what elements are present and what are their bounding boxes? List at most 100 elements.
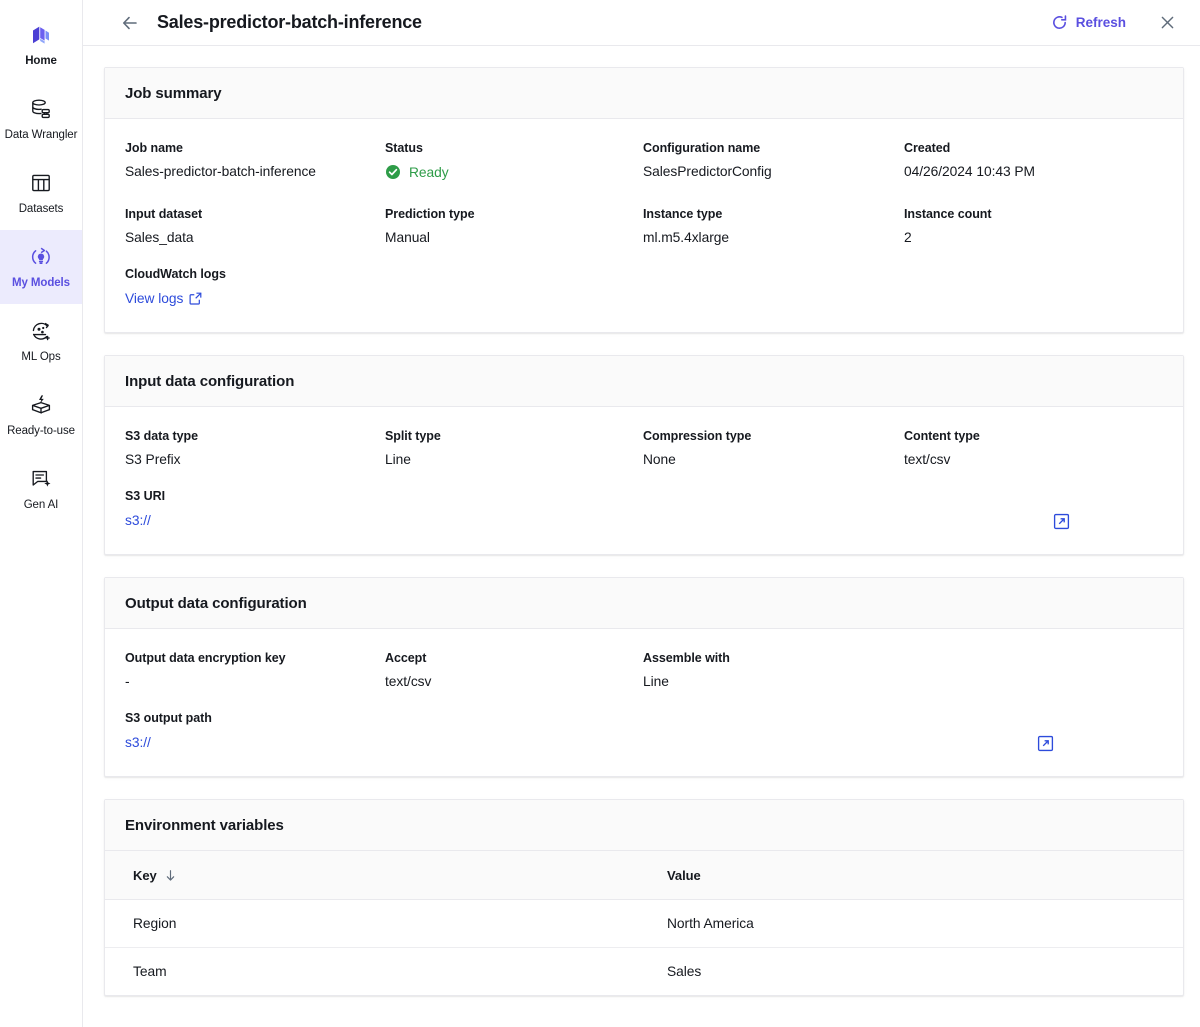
s3-output-path-row: S3 output path s3://: [125, 711, 1163, 752]
field-label: Job name: [125, 141, 373, 155]
sidebar-item-label: Datasets: [19, 203, 64, 216]
table-grid-icon: [28, 170, 54, 196]
card-body: Job name Sales-predictor-batch-inference…: [105, 119, 1183, 332]
input-data-configuration-card: Input data configuration S3 data type S3…: [104, 355, 1184, 555]
refresh-button[interactable]: Refresh: [1043, 8, 1134, 37]
sidebar-item-label: ML Ops: [21, 351, 60, 364]
field-value: None: [643, 452, 892, 467]
sidebar-item-label: My Models: [12, 277, 70, 290]
s3-output-path-text-block: S3 output path s3://: [125, 711, 1036, 752]
environment-variables-table: Key Value: [105, 851, 1183, 995]
page-title: Sales-predictor-batch-inference: [157, 12, 422, 33]
field-label: Instance type: [643, 207, 892, 221]
external-link-icon: [189, 292, 202, 305]
field-prediction-type: Prediction type Manual: [385, 207, 643, 245]
field-label: Split type: [385, 429, 631, 443]
field-label: Prediction type: [385, 207, 631, 221]
s3-uri-text-block: S3 URI s3://: [125, 489, 1052, 530]
table-head: Key Value: [105, 851, 1183, 900]
refresh-icon: [1051, 14, 1068, 31]
field-label: Configuration name: [643, 141, 892, 155]
database-transform-icon: [28, 96, 54, 122]
field-spacer: [904, 651, 1163, 689]
field-s3-output-path: S3 output path s3://: [125, 711, 1163, 752]
field-label: Accept: [385, 651, 631, 665]
field-compression-type: Compression type None: [643, 429, 904, 467]
sidebar-item-label: Home: [25, 55, 57, 68]
field-label: Compression type: [643, 429, 892, 443]
field-job-name: Job name Sales-predictor-batch-inference: [125, 141, 385, 185]
field-value: Sales_data: [125, 230, 373, 245]
main-area: Sales-predictor-batch-inference Refresh: [83, 0, 1200, 1027]
field-label: Created: [904, 141, 1151, 155]
sidebar-item-data-wrangler[interactable]: Data Wrangler: [0, 82, 82, 156]
sidebar-item-ready-to-use[interactable]: Ready-to-use: [0, 378, 82, 452]
field-value: 2: [904, 230, 1151, 245]
column-header-label: Value: [667, 868, 701, 883]
field-input-dataset: Input dataset Sales_data: [125, 207, 385, 245]
refresh-label: Refresh: [1076, 15, 1126, 30]
field-value: Line: [385, 452, 631, 467]
field-s3-data-type: S3 data type S3 Prefix: [125, 429, 385, 467]
page-header: Sales-predictor-batch-inference Refresh: [83, 0, 1200, 46]
back-button[interactable]: [117, 10, 143, 36]
job-summary-card: Job summary Job name Sales-predictor-bat…: [104, 67, 1184, 333]
table-row: Team Sales: [105, 948, 1183, 996]
left-navigation-sidebar: Home Data Wrangler: [0, 0, 83, 1027]
model-lightbulb-icon: [28, 244, 54, 270]
field-value: text/csv: [385, 674, 631, 689]
section-title: Output data configuration: [125, 595, 1163, 612]
sidebar-item-ml-ops[interactable]: ML Ops: [0, 304, 82, 378]
open-s3-output-path-external-link-box-icon[interactable]: [1036, 734, 1054, 752]
sidebar-item-my-models[interactable]: My Models: [0, 230, 82, 304]
field-output-data-encryption-key: Output data encryption key -: [125, 651, 385, 689]
cell-value: North America: [643, 900, 1183, 948]
arrow-down-icon: [164, 869, 177, 882]
table-header-row: Key Value: [105, 851, 1183, 900]
app-root: Home Data Wrangler: [0, 0, 1200, 1027]
field-configuration-name: Configuration name SalesPredictorConfig: [643, 141, 904, 185]
field-label: Assemble with: [643, 651, 892, 665]
field-label: S3 output path: [125, 711, 1036, 725]
sidebar-item-datasets[interactable]: Datasets: [0, 156, 82, 230]
field-created: Created 04/26/2024 10:43 PM: [904, 141, 1163, 185]
card-header: Input data configuration: [105, 356, 1183, 407]
close-button[interactable]: [1152, 8, 1182, 38]
field-label: Status: [385, 141, 631, 155]
field-value: Line: [643, 674, 892, 689]
check-circle-icon: [385, 164, 401, 180]
table-row: Region North America: [105, 900, 1183, 948]
home-layers-icon: [28, 22, 54, 48]
field-instance-type: Instance type ml.m5.4xlarge: [643, 207, 904, 245]
section-title: Input data configuration: [125, 373, 1163, 390]
field-s3-uri: S3 URI s3://: [125, 489, 1163, 530]
s3-uri-row: S3 URI s3://: [125, 489, 1163, 530]
field-value: ml.m5.4xlarge: [643, 230, 892, 245]
s3-uri-link[interactable]: s3://: [125, 513, 151, 528]
field-value: Manual: [385, 230, 631, 245]
open-s3-uri-external-link-box-icon[interactable]: [1052, 512, 1070, 530]
output-data-configuration-card: Output data configuration Output data en…: [104, 577, 1184, 777]
field-assemble-with: Assemble with Line: [643, 651, 904, 689]
cell-key: Region: [105, 900, 643, 948]
input-data-fields: S3 data type S3 Prefix Split type Line C…: [125, 429, 1163, 530]
status-badge: Ready: [385, 164, 449, 180]
field-status: Status Ready: [385, 141, 643, 185]
field-value: 04/26/2024 10:43 PM: [904, 164, 1151, 179]
chat-sparkle-icon: [28, 466, 54, 492]
environment-variables-card: Environment variables Key: [104, 799, 1184, 996]
view-logs-link[interactable]: View logs: [125, 291, 202, 306]
column-header-value[interactable]: Value: [643, 851, 1183, 900]
sidebar-item-gen-ai[interactable]: Gen AI: [0, 452, 82, 526]
section-title: Environment variables: [125, 817, 1163, 834]
detail-content: Job summary Job name Sales-predictor-bat…: [83, 46, 1200, 1027]
header-actions: Refresh: [1043, 8, 1182, 38]
field-label: Input dataset: [125, 207, 373, 221]
field-label: Content type: [904, 429, 1151, 443]
s3-output-path-link[interactable]: s3://: [125, 735, 151, 750]
sidebar-item-home[interactable]: Home: [0, 8, 82, 82]
sidebar-item-label: Data Wrangler: [5, 129, 78, 142]
card-header: Job summary: [105, 68, 1183, 119]
column-header-key[interactable]: Key: [105, 851, 643, 900]
sidebar-item-label: Gen AI: [24, 499, 59, 512]
